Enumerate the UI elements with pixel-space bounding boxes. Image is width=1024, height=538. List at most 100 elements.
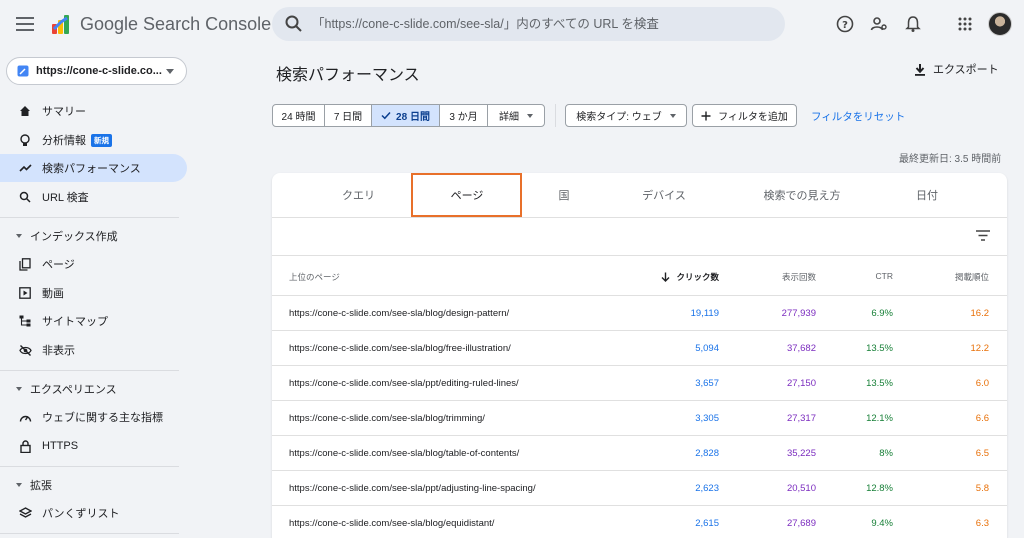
section-indexing[interactable]: インデックス作成 xyxy=(0,224,187,248)
search-icon xyxy=(18,190,32,204)
row-ctr: 6.9% xyxy=(871,308,893,319)
plus-icon xyxy=(701,111,711,120)
date-range-24h[interactable]: 24 時間 xyxy=(273,105,325,126)
chevron-down-icon xyxy=(166,69,174,74)
manage-users-icon[interactable] xyxy=(868,13,890,35)
date-range-7d[interactable]: 7 日間 xyxy=(325,105,372,126)
search-type-filter[interactable]: 検索タイプ: ウェブ xyxy=(565,104,687,127)
row-position: 6.3 xyxy=(975,518,989,529)
trending-up-icon xyxy=(18,161,32,175)
sidebar-item-core-web-vitals[interactable]: ウェブに関する主な指標 xyxy=(0,403,187,431)
property-selector[interactable]: https://cone-c-slide.co... xyxy=(6,57,187,85)
search-input[interactable] xyxy=(312,17,772,31)
header-position[interactable]: 掲載順位 xyxy=(955,271,989,283)
download-icon xyxy=(915,63,925,76)
header-clicks[interactable]: クリック数 xyxy=(661,271,719,283)
table-row[interactable]: https://cone-c-slide.com/see-sla/blog/eq… xyxy=(272,506,1007,538)
reset-filters-link[interactable]: フィルタをリセット xyxy=(811,109,905,124)
chevron-down-icon xyxy=(669,113,676,118)
sidebar-item-pages[interactable]: ページ xyxy=(0,250,187,278)
sidebar-divider xyxy=(0,370,179,371)
sidebar-divider xyxy=(0,217,179,218)
table-row[interactable]: https://cone-c-slide.com/see-sla/blog/tr… xyxy=(272,401,1007,436)
tab-queries[interactable]: クエリ xyxy=(342,187,375,203)
lock-icon xyxy=(18,439,32,453)
sidebar-item-label: ページ xyxy=(42,259,75,271)
table-row[interactable]: https://cone-c-slide.com/see-sla/blog/de… xyxy=(272,296,1007,331)
search-console-logo[interactable] xyxy=(50,12,74,36)
row-clicks: 2,623 xyxy=(695,483,719,494)
row-position: 6.6 xyxy=(975,413,989,424)
row-impressions: 27,150 xyxy=(786,378,816,389)
sidebar-item-summary[interactable]: サマリー xyxy=(0,97,187,125)
tab-dates[interactable]: 日付 xyxy=(909,187,945,203)
notifications-icon[interactable] xyxy=(902,13,924,35)
table-row[interactable]: https://cone-c-slide.com/see-sla/ppt/edi… xyxy=(272,366,1007,401)
lightbulb-icon xyxy=(18,133,32,147)
table-row[interactable]: https://cone-c-slide.com/see-sla/blog/fr… xyxy=(272,331,1007,366)
sidebar-item-search-performance[interactable]: 検索パフォーマンス xyxy=(0,154,187,182)
row-position: 6.5 xyxy=(975,448,989,459)
new-badge: 新規 xyxy=(91,133,112,147)
sidebar-divider xyxy=(0,466,179,467)
sidebar-item-https[interactable]: HTTPS xyxy=(0,432,187,460)
header-ctr[interactable]: CTR xyxy=(876,271,893,281)
table-header: 上位のページ クリック数 表示回数 CTR 掲載順位 xyxy=(272,256,1007,296)
tab-search-appearance[interactable]: 検索での見え方 xyxy=(760,187,844,203)
add-filter-button[interactable]: フィルタを追加 xyxy=(692,104,797,127)
row-clicks: 19,119 xyxy=(690,308,719,319)
row-impressions: 20,510 xyxy=(786,483,816,494)
menu-icon[interactable] xyxy=(16,14,34,34)
sidebar-item-url-inspection[interactable]: URL 検査 xyxy=(0,183,187,211)
date-range-selector: 24 時間 7 日間 28 日間 3 か月 詳細 xyxy=(272,104,545,127)
filter-list-icon[interactable] xyxy=(976,230,990,241)
add-filter-label: フィルタを追加 xyxy=(718,112,788,123)
sidebar-item-label: パンくずリスト xyxy=(42,508,120,520)
sidebar-item-removals[interactable]: 非表示 xyxy=(0,336,187,364)
tab-countries[interactable]: 国 xyxy=(554,187,574,203)
app-title[interactable]: Google Search Console xyxy=(80,14,271,35)
row-clicks: 2,828 xyxy=(695,448,719,459)
section-enhancements[interactable]: 拡張 xyxy=(0,473,187,497)
row-url: https://cone-c-slide.com/see-sla/blog/fr… xyxy=(289,343,511,354)
row-impressions: 35,225 xyxy=(786,448,816,459)
help-icon[interactable]: ? xyxy=(834,13,856,35)
search-type-label: 検索タイプ: ウェブ xyxy=(576,112,662,123)
table-row[interactable]: https://cone-c-slide.com/see-sla/blog/ta… xyxy=(272,436,1007,471)
header-impressions[interactable]: 表示回数 xyxy=(782,271,816,283)
section-label: エクスペリエンス xyxy=(30,384,117,396)
sidebar-item-label: サマリー xyxy=(42,106,86,118)
date-range-more[interactable]: 詳細 xyxy=(488,105,544,126)
row-impressions: 27,317 xyxy=(786,413,816,424)
sidebar-item-breadcrumbs[interactable]: パンくずリスト xyxy=(0,499,187,527)
last-updated-text: 最終更新日: 3.5 時間前 xyxy=(899,154,1002,165)
url-inspection-search[interactable] xyxy=(272,7,785,41)
section-experience[interactable]: エクスペリエンス xyxy=(0,377,187,401)
date-range-28d[interactable]: 28 日間 xyxy=(372,105,440,126)
sidebar-item-label: 動画 xyxy=(42,288,64,300)
date-range-28d-label: 28 日間 xyxy=(396,112,430,123)
home-icon xyxy=(18,104,32,118)
table-row[interactable]: https://cone-c-slide.com/see-sla/ppt/adj… xyxy=(272,471,1007,506)
sidebar-item-videos[interactable]: 動画 xyxy=(0,279,187,307)
row-url: https://cone-c-slide.com/see-sla/ppt/edi… xyxy=(289,378,519,389)
row-url: https://cone-c-slide.com/see-sla/blog/ta… xyxy=(289,448,520,459)
header-clicks-label: クリック数 xyxy=(676,272,719,282)
sidebar-item-label: 非表示 xyxy=(42,345,75,357)
results-card: クエリ ページ 国 デバイス 検索での見え方 日付 上位のページ クリック数 表… xyxy=(272,173,1007,538)
date-range-3m[interactable]: 3 か月 xyxy=(440,105,488,126)
row-ctr: 13.5% xyxy=(866,343,893,354)
sidebar-item-insights[interactable]: 分析情報 新規 xyxy=(0,126,187,154)
sidebar-item-sitemaps[interactable]: サイトマップ xyxy=(0,307,187,335)
collapse-icon xyxy=(16,234,22,238)
apps-grid-icon[interactable] xyxy=(954,13,976,35)
toolbar-divider xyxy=(555,104,556,127)
export-button[interactable]: エクスポート xyxy=(914,61,999,77)
row-ctr: 9.4% xyxy=(871,518,893,529)
property-name: https://cone-c-slide.co... xyxy=(36,65,162,77)
row-position: 16.2 xyxy=(970,308,990,319)
tab-devices[interactable]: デバイス xyxy=(639,187,689,203)
row-url: https://cone-c-slide.com/see-sla/blog/eq… xyxy=(289,518,495,529)
video-icon xyxy=(18,286,32,300)
avatar[interactable] xyxy=(988,12,1012,36)
